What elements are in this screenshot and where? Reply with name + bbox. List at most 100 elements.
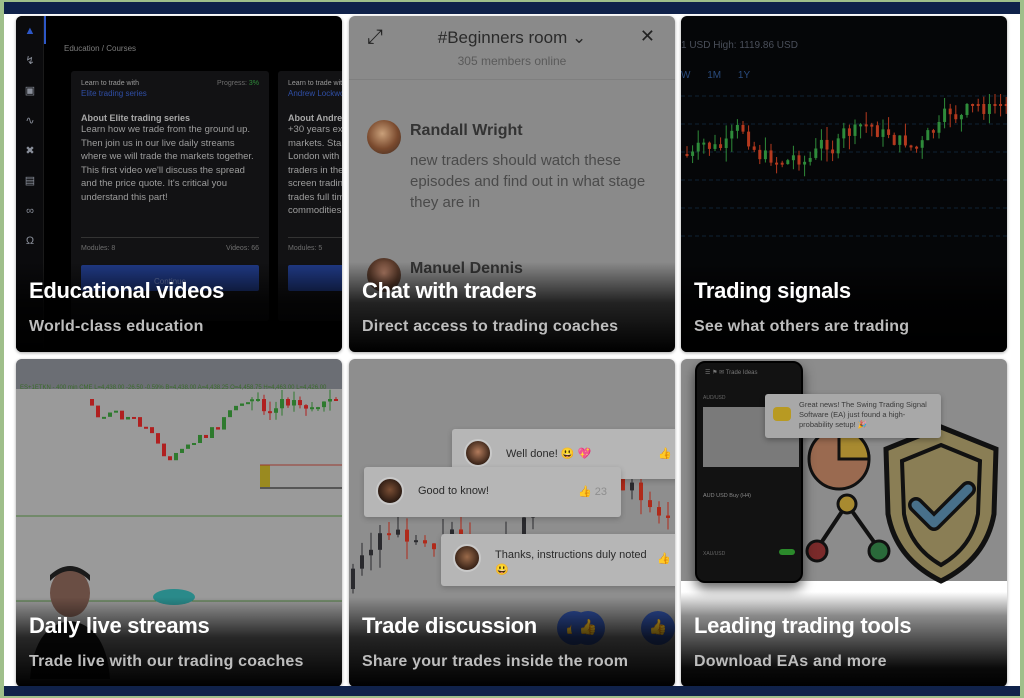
candle-body [758,149,762,160]
candle-body [887,129,891,135]
candle-body [369,549,373,556]
candle-body [262,399,266,412]
price-readout: 1 USD High: 1119.86 USD [681,40,798,51]
candle-body [198,434,202,444]
tab-1m[interactable]: 1M [707,70,721,81]
candle-body [735,124,739,131]
candle-body [898,135,902,145]
room-selector[interactable]: #Beginners room ⌄ [349,28,675,48]
candle-body [96,405,100,418]
avatar [464,439,492,467]
candle-body [685,154,689,156]
candle-body [192,443,196,446]
chat-header: ⤢ #Beginners room ⌄ 305 members online ✕ [349,16,675,80]
avatar [367,120,401,154]
course-videos: Videos: 66 [226,245,259,252]
candle-body [256,399,260,401]
candle-body [859,124,863,127]
tab-1y[interactable]: 1Y [738,70,750,81]
card-educational-videos[interactable]: ▲ ↯ ▣ ∿ ✖ ▤ ∞ Ω Education / Courses Lear… [16,16,342,352]
course-description: Learn how we trade from the ground up. T… [81,124,254,203]
candle-body [414,540,418,543]
candle-body [657,507,661,516]
candle-body [240,403,244,406]
comment-text: Good to know! [418,485,489,497]
video-camera-icon: ▣ [24,85,36,97]
card-subtitle: Download EAs and more [694,653,887,670]
candle-body [993,104,997,106]
candle-body [959,115,963,120]
card-daily-live-streams[interactable]: ES+1ETKN - 400 min CME L=4,438.00 -26.50… [16,359,342,687]
avatar [453,544,481,572]
candle-body [707,142,711,149]
candle-body [713,144,717,149]
comment-bubble: Thanks, instructions duly noted 😃 👍 [441,534,675,586]
candle-body [180,448,184,453]
candle-body [126,416,130,420]
timeframe-tabs: W 1M 1Y [681,70,750,81]
candle-body [971,104,975,106]
candle-body [328,399,332,402]
candle-body [881,129,885,137]
candle-body [405,529,409,542]
candle-body [875,125,879,137]
candle-body [909,145,913,148]
candle-body [780,162,784,165]
course-about-title: About Andrew [288,113,342,123]
handshake-icon: ∞ [26,205,34,217]
card-trading-signals[interactable]: 1 USD High: 1119.86 USD W 1M 1Y Trading … [681,16,1007,352]
members-online: 305 members online [457,54,567,68]
candle-body [216,427,220,430]
candle-body [286,399,290,406]
course-modules: Modules: 5 [288,245,323,252]
card-title: Educational videos [29,278,225,303]
candle-body [915,146,919,149]
candle-body [228,410,232,418]
candle-body [108,412,112,417]
candle-body [825,139,829,150]
candle-body [976,104,980,106]
candle-body [836,138,840,154]
card-subtitle: Trade live with our trading coaches [29,653,304,670]
candle-body [378,533,382,550]
pulse-icon: ∿ [25,115,35,127]
card-title: Trading signals [694,278,851,303]
candle-body [432,543,436,550]
like-count[interactable]: 👍 23 [578,485,607,498]
bell-icon: ⚑ [712,370,718,376]
card-leading-trading-tools[interactable]: ☰ ⚑ ✉ Trade Ideas AUD/USD AUD USD Buy (H… [681,359,1007,687]
breadcrumb: Education / Courses [64,44,137,53]
close-icon[interactable]: ✕ [640,26,655,47]
candle-body [630,482,634,491]
top-bar [4,2,1020,14]
candle-body [954,114,958,120]
candle-body [310,407,314,410]
candle-body [920,140,924,148]
card-trade-discussion[interactable]: Well done! 😃 💖 👍 Good to know! 👍 23 Than… [349,359,675,687]
avatar [376,477,404,505]
thumbs-up-icon: 👍 [577,486,592,498]
candle-body [132,416,136,419]
candle-body [853,124,857,136]
candle-body [747,131,751,147]
comment-text: Thanks, instructions duly noted 😃 [495,549,647,576]
candle-body [819,139,823,149]
notification-toast: Great news! The Swing Trading Signal Sof… [765,394,941,438]
candle-body [831,149,835,154]
bottom-bar [4,686,1020,696]
card-subtitle: Direct access to trading coaches [362,318,619,335]
candle-body [943,108,947,122]
card-title: Trade discussion [362,613,537,638]
thumbs-up-icon[interactable]: 👍 [658,447,672,460]
candle-body [696,142,700,152]
tools-icon: ✖ [25,145,35,157]
candle-body [999,104,1003,106]
candle-body [892,134,896,145]
sidebar-active-indicator [44,16,46,44]
card-chat-with-traders[interactable]: ⤢ #Beginners room ⌄ 305 members online ✕… [349,16,675,352]
candle-body [144,426,148,429]
candle-body [797,155,801,165]
tab-w[interactable]: W [681,70,690,81]
thumbs-up-icon[interactable]: 👍 [657,552,671,565]
comment-bubble: Good to know! 👍 23 [364,467,621,517]
